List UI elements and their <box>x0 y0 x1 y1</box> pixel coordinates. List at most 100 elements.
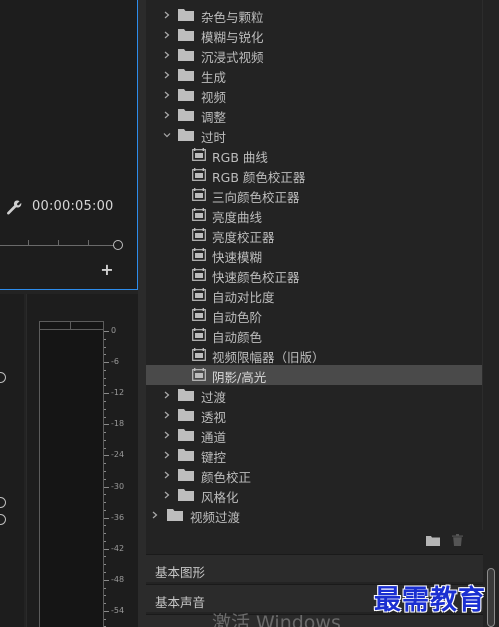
chevron-right-icon[interactable] <box>162 390 172 400</box>
meter-db-label: -18 <box>111 419 125 429</box>
effect-label: 自动颜色 <box>212 330 263 345</box>
meter-minor-tick <box>104 502 106 504</box>
effect-icon <box>192 248 206 261</box>
add-button[interactable]: + <box>100 262 114 278</box>
keyframe-handle[interactable] <box>0 372 6 383</box>
effect-folder-row[interactable]: 视频过渡 <box>146 505 483 525</box>
scrub-handle[interactable] <box>113 240 123 250</box>
effect-item-row[interactable]: 三向颜色校正器 <box>146 185 483 205</box>
timeline-track-area[interactable] <box>0 294 24 627</box>
effect-label: RGB 颜色校正器 <box>212 170 306 185</box>
folder-icon <box>178 428 194 441</box>
meter-minor-tick <box>104 408 106 410</box>
meter-major-tick <box>104 331 109 332</box>
audio-meter <box>39 321 104 627</box>
meter-minor-tick <box>104 572 106 574</box>
effect-label: 沉浸式视频 <box>201 50 264 65</box>
effect-folder-row[interactable]: 颜色校正 <box>146 465 483 485</box>
meter-minor-tick <box>104 525 106 527</box>
scrub-bar[interactable] <box>0 245 118 246</box>
meter-db-label: -42 <box>111 543 125 553</box>
meter-major-tick <box>104 579 109 581</box>
effect-item-row[interactable]: 快速模糊 <box>146 245 483 265</box>
effect-folder-row[interactable]: 模糊与锐化 <box>146 25 483 45</box>
effect-label: 三向颜色校正器 <box>212 190 300 205</box>
effect-icon <box>192 308 206 321</box>
effect-label: 键控 <box>201 450 227 465</box>
effect-item-row[interactable]: 阴影/高光 <box>146 365 483 385</box>
meter-db-label: -6 <box>111 357 119 367</box>
chevron-right-icon[interactable] <box>162 470 172 480</box>
effect-icon <box>192 188 206 201</box>
chevron-down-icon[interactable] <box>162 130 172 140</box>
effect-item-row[interactable]: 自动颜色 <box>146 325 483 345</box>
effect-folder-row[interactable]: 调整 <box>146 105 483 125</box>
effect-item-row[interactable]: RGB 颜色校正器 <box>146 165 483 185</box>
scrub-ticks <box>28 236 118 245</box>
effects-scrollbar[interactable] <box>482 0 499 530</box>
chevron-right-icon[interactable] <box>162 50 172 60</box>
effect-item-row[interactable]: 快速颜色校正器 <box>146 265 483 285</box>
effect-label: 生成 <box>201 70 227 85</box>
program-monitor[interactable]: 00:00:05:00 + <box>0 0 138 290</box>
meter-db-label: -36 <box>111 512 125 522</box>
effect-folder-row[interactable]: 生成 <box>146 65 483 85</box>
effects-panel: 杂色与颗粒模糊与锐化沉浸式视频生成 视频调整过时 RGB 曲线 RGB 颜色校正器 三向… <box>146 0 483 530</box>
chevron-right-icon[interactable] <box>162 70 172 80</box>
effect-folder-row[interactable]: 杂色与颗粒 <box>146 5 483 25</box>
chevron-right-icon[interactable] <box>162 490 172 500</box>
folder-icon <box>178 28 194 41</box>
panel-scrollbar-thumb[interactable] <box>487 568 495 627</box>
effect-item-row[interactable]: 亮度校正器 <box>146 225 483 245</box>
playhead-timecode[interactable]: 00:00:05:00 <box>32 199 114 214</box>
meter-minor-tick <box>104 369 106 371</box>
effect-label: 自动对比度 <box>212 290 275 305</box>
effect-folder-row[interactable]: 风格化 <box>146 485 483 505</box>
effect-folder-row[interactable]: 通道 <box>146 425 483 445</box>
folder-icon <box>178 488 194 501</box>
effect-label: 过渡 <box>201 390 227 405</box>
effect-folder-row[interactable]: 视频 <box>146 85 483 105</box>
meter-minor-tick <box>104 540 106 542</box>
watermark-logo: 最需教育 <box>374 585 486 616</box>
effect-label: 快速模糊 <box>212 250 263 265</box>
effect-icon <box>192 228 206 241</box>
effect-folder-row[interactable]: 过渡 <box>146 385 483 405</box>
chevron-right-icon[interactable] <box>162 430 172 440</box>
meter-db-label: -12 <box>111 388 125 398</box>
effect-label: 模糊与锐化 <box>201 30 264 45</box>
effect-folder-row[interactable]: 透视 <box>146 405 483 425</box>
effect-item-row[interactable]: 亮度曲线 <box>146 205 483 225</box>
trash-icon[interactable] <box>452 534 463 546</box>
effect-label: 自动色阶 <box>212 310 263 325</box>
effect-item-row[interactable]: RGB 曲线 <box>146 145 483 165</box>
wrench-icon[interactable] <box>6 199 22 215</box>
effect-folder-row[interactable]: 过时 <box>146 125 483 145</box>
new-bin-icon[interactable] <box>426 535 440 546</box>
panel-divider[interactable] <box>138 0 146 627</box>
chevron-right-icon[interactable] <box>162 450 172 460</box>
effect-folder-row[interactable]: 沉浸式视频 <box>146 45 483 65</box>
meter-minor-tick <box>104 494 106 496</box>
effect-icon <box>192 288 206 301</box>
keyframe-handle[interactable] <box>0 514 6 525</box>
keyframe-handle[interactable] <box>0 497 6 508</box>
chevron-right-icon[interactable] <box>150 510 160 520</box>
meter-db-label: -30 <box>111 481 125 491</box>
chevron-right-icon[interactable] <box>162 410 172 420</box>
chevron-right-icon[interactable] <box>162 10 172 20</box>
chevron-right-icon[interactable] <box>162 110 172 120</box>
effect-label: 过时 <box>201 130 227 145</box>
chevron-right-icon[interactable] <box>162 90 172 100</box>
effect-item-row[interactable]: 自动色阶 <box>146 305 483 325</box>
effect-label: 调整 <box>201 110 227 125</box>
chevron-right-icon[interactable] <box>162 30 172 40</box>
folder-icon <box>178 88 194 101</box>
meter-minor-tick <box>104 385 106 387</box>
folder-icon <box>178 468 194 481</box>
basic-audio-label: 基本声音 <box>155 595 206 610</box>
effect-item-row[interactable]: 视频限幅器（旧版） <box>146 345 483 365</box>
effect-label: 亮度校正器 <box>212 230 275 245</box>
effect-item-row[interactable]: 自动对比度 <box>146 285 483 305</box>
effect-folder-row[interactable]: 键控 <box>146 445 483 465</box>
